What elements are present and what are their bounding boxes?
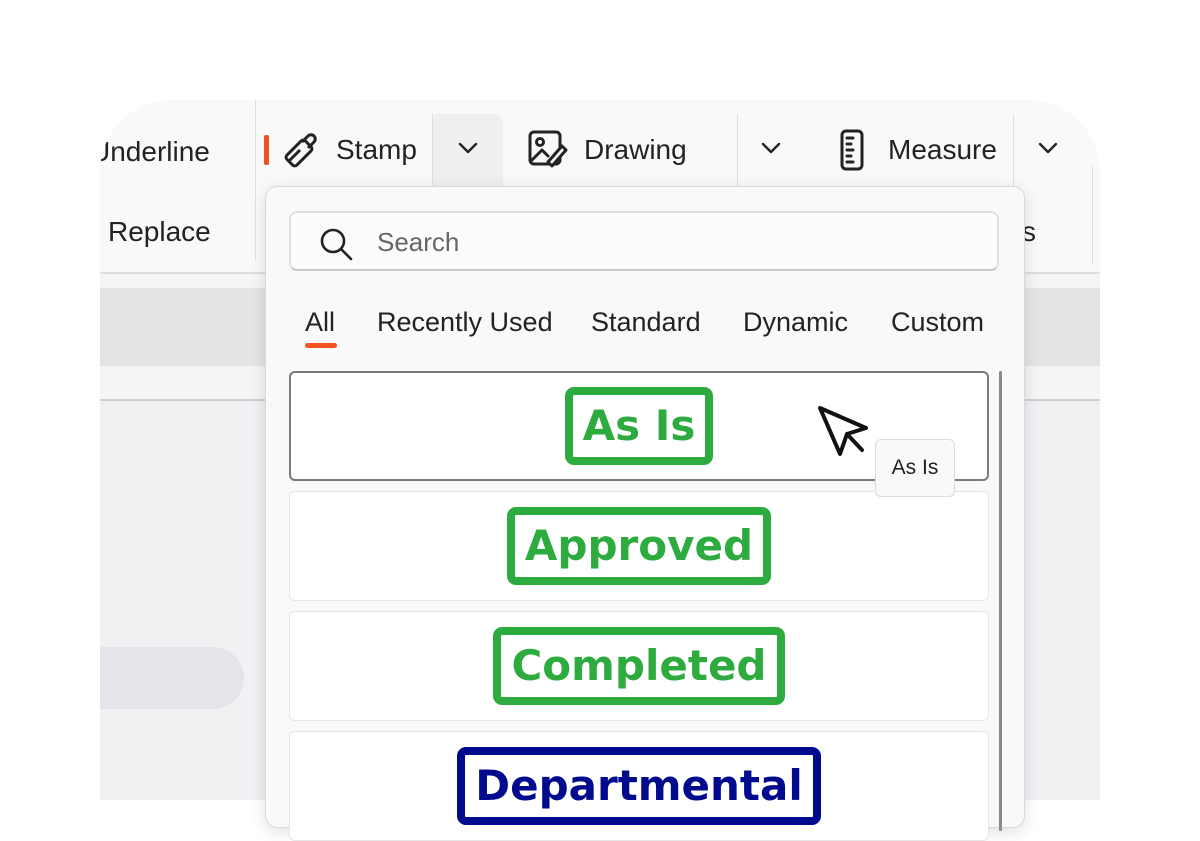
list-scrollbar[interactable]	[999, 371, 1002, 831]
tab-recently-used[interactable]: Recently Used	[377, 307, 553, 338]
stamp-tooltip: As Is	[875, 439, 955, 497]
toolbar-separator	[255, 100, 256, 260]
toolbar-separator	[1092, 166, 1093, 264]
stamp-item-departmental[interactable]: Departmental	[289, 731, 989, 841]
stamp-preview: Departmental	[457, 747, 821, 825]
chevron-down-icon	[761, 141, 781, 159]
measure-label: Measure	[888, 134, 997, 165]
active-tool-indicator	[264, 135, 269, 165]
stamp-preview: As Is	[564, 387, 714, 465]
search-icon	[319, 227, 353, 266]
tab-dynamic[interactable]: Dynamic	[743, 307, 848, 338]
drawing-label: Drawing	[584, 134, 687, 165]
drawing-icon	[526, 128, 570, 172]
measure-dropdown-button[interactable]	[1018, 114, 1078, 186]
search-box[interactable]	[289, 211, 999, 271]
measure-icon	[834, 128, 870, 172]
sidebar-pill[interactable]	[100, 647, 244, 709]
stamp-category-tabs: All Recently Used Standard Dynamic Custo…	[266, 303, 1024, 353]
mouse-cursor-icon	[814, 404, 874, 469]
stamp-preview: Approved	[506, 507, 772, 585]
tab-custom[interactable]: Custom	[891, 307, 984, 338]
stamp-preview: Completed	[493, 627, 785, 705]
measure-button[interactable]: Measure	[834, 128, 997, 172]
stamp-dropdown-button[interactable]	[433, 114, 503, 186]
drawing-dropdown-button[interactable]	[740, 114, 802, 186]
drawing-button[interactable]: Drawing	[526, 128, 687, 172]
stamp-item-approved[interactable]: Approved	[289, 491, 989, 601]
stamp-button[interactable]: Stamp	[278, 128, 417, 172]
toolbar-separator	[1013, 114, 1014, 186]
toolbar-separator	[737, 114, 738, 186]
replace-button[interactable]: Replace	[108, 218, 211, 246]
chevron-down-icon	[1038, 141, 1058, 159]
stamp-item-completed[interactable]: Completed	[289, 611, 989, 721]
chevron-down-icon	[458, 141, 478, 159]
stamp-icon	[278, 128, 322, 172]
stamp-label: Stamp	[336, 134, 417, 165]
tab-standard[interactable]: Standard	[591, 307, 701, 338]
underline-button[interactable]: Underline	[100, 138, 210, 166]
tab-all[interactable]: All	[305, 307, 335, 338]
stamp-dropdown-panel: All Recently Used Standard Dynamic Custo…	[265, 186, 1025, 841]
search-input[interactable]	[375, 221, 979, 263]
active-tab-indicator	[305, 343, 337, 348]
